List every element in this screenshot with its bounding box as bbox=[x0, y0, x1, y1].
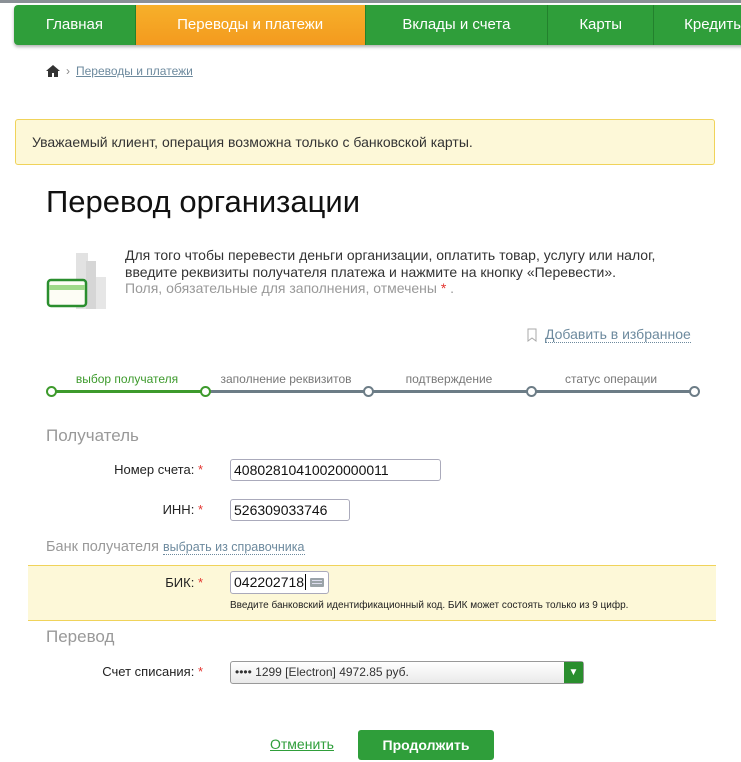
bik-label: БИК: * bbox=[165, 575, 203, 590]
bik-value: 042202718 bbox=[234, 574, 305, 590]
step-dot bbox=[200, 386, 211, 397]
breadcrumb: › Переводы и платежи bbox=[46, 64, 193, 78]
main-nav: Главная Переводы и платежи Вклады и счет… bbox=[14, 5, 741, 45]
choose-bank-link[interactable]: выбрать из справочника bbox=[162, 540, 305, 555]
required-star: * bbox=[440, 280, 447, 296]
step-4-label: статус операции bbox=[564, 372, 658, 386]
bik-hint: Введите банковский идентификационный код… bbox=[230, 600, 629, 611]
debit-account-select[interactable]: •••• 1299 [Electron] 4972.85 руб. ▼ bbox=[230, 661, 584, 684]
step-1-label: выбор получателя bbox=[75, 372, 179, 386]
step-2-label: заполнение реквизитов bbox=[220, 372, 352, 386]
account-label: Номер счета: * bbox=[114, 462, 203, 477]
window-top-border bbox=[0, 0, 741, 3]
page-title: Перевод организации bbox=[46, 184, 361, 219]
favorites-label: Добавить в избранное bbox=[545, 326, 691, 343]
debit-value: •••• 1299 [Electron] 4972.85 руб. bbox=[235, 665, 409, 679]
home-icon[interactable] bbox=[46, 65, 60, 77]
info-text: Для того чтобы перевести деньги организа… bbox=[125, 247, 655, 297]
section-transfer: Перевод bbox=[46, 627, 115, 646]
required-note: Поля, обязательные для заполнения, отмеч… bbox=[125, 280, 437, 296]
section-bank: Банк получателя выбрать из справочника bbox=[46, 539, 305, 555]
account-number-input[interactable]: 40802810410020000011 bbox=[230, 459, 441, 481]
tab-transfers[interactable]: Переводы и платежи bbox=[135, 5, 366, 45]
chevron-right-icon: › bbox=[66, 64, 70, 78]
step-dot bbox=[363, 386, 374, 397]
add-favorite-link[interactable]: Добавить в избранное bbox=[527, 326, 691, 343]
breadcrumb-link-transfers[interactable]: Переводы и платежи bbox=[76, 64, 193, 78]
chevron-down-icon[interactable]: ▼ bbox=[564, 662, 583, 683]
keyboard-icon[interactable] bbox=[310, 578, 324, 587]
inn-input[interactable]: 526309033746 bbox=[230, 499, 350, 521]
section-recipient: Получатель bbox=[46, 426, 139, 445]
bookmark-icon bbox=[527, 328, 537, 342]
debit-label: Счет списания: * bbox=[102, 664, 203, 679]
note-dot: . bbox=[450, 280, 455, 296]
tab-home[interactable]: Главная bbox=[14, 5, 136, 45]
organization-card-icon bbox=[46, 253, 106, 309]
progress-remaining bbox=[204, 390, 694, 393]
tab-cards[interactable]: Карты bbox=[548, 5, 655, 45]
continue-button[interactable]: Продолжить bbox=[358, 730, 494, 760]
tab-credits[interactable]: Кредиты bbox=[654, 5, 741, 45]
bik-input[interactable]: 042202718 bbox=[230, 571, 329, 594]
alert-message: Уважаемый клиент, операция возможна толь… bbox=[15, 119, 715, 165]
cancel-link[interactable]: Отменить bbox=[270, 736, 334, 752]
progress-done bbox=[52, 390, 204, 393]
step-dot bbox=[46, 386, 57, 397]
step-3-label: подтверждение bbox=[405, 372, 493, 386]
step-dot bbox=[526, 386, 537, 397]
info-line: введите реквизиты получателя платежа и н… bbox=[125, 263, 616, 280]
inn-label: ИНН: * bbox=[162, 502, 203, 517]
bik-row bbox=[28, 565, 716, 621]
info-line: Для того чтобы перевести деньги организа… bbox=[125, 247, 656, 263]
tab-deposits[interactable]: Вклады и счета bbox=[366, 5, 549, 45]
step-dot bbox=[689, 386, 700, 397]
